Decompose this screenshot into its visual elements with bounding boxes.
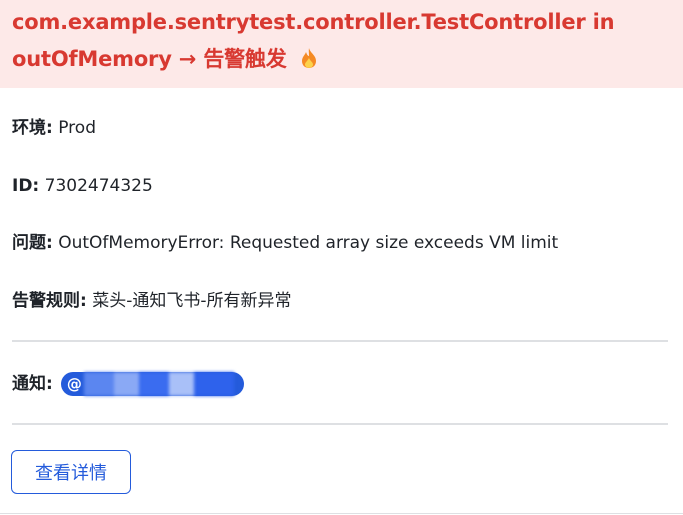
rule-label: 告警规则: — [12, 291, 87, 311]
alert-card: com.example.sentrytest.controller.TestCo… — [0, 0, 683, 515]
notify-label: 通知: — [12, 374, 53, 394]
env-label: 环境: — [12, 118, 53, 138]
issue-row: 问题: OutOfMemoryError: Requested array si… — [12, 231, 558, 255]
id-row: ID: 7302474325 — [12, 174, 153, 198]
rule-row: 告警规则: 菜头-通知飞书-所有新异常 — [12, 289, 292, 313]
redacted-name — [83, 372, 234, 396]
card-bottom-border — [0, 513, 683, 514]
id-label: ID: — [12, 176, 40, 196]
divider — [12, 423, 668, 425]
mention-at: @ — [66, 375, 82, 393]
user-mention[interactable]: @ — [60, 372, 244, 396]
alert-title-line2: outOfMemory → 告警触发 — [12, 47, 287, 71]
issue-label: 问题: — [12, 233, 53, 253]
env-row: 环境: Prod — [12, 116, 96, 140]
fire-icon — [300, 44, 318, 81]
view-details-button[interactable]: 查看详情 — [11, 450, 131, 494]
env-value: Prod — [58, 118, 96, 138]
alert-header: com.example.sentrytest.controller.TestCo… — [0, 0, 683, 88]
divider — [12, 340, 668, 342]
issue-value: OutOfMemoryError: Requested array size e… — [58, 233, 559, 253]
rule-value: 菜头-通知飞书-所有新异常 — [92, 291, 292, 311]
alert-title: com.example.sentrytest.controller.TestCo… — [12, 4, 671, 81]
alert-title-line1: com.example.sentrytest.controller.TestCo… — [12, 10, 615, 34]
id-value: 7302474325 — [44, 176, 153, 196]
notify-row: 通知: @ — [12, 372, 244, 396]
